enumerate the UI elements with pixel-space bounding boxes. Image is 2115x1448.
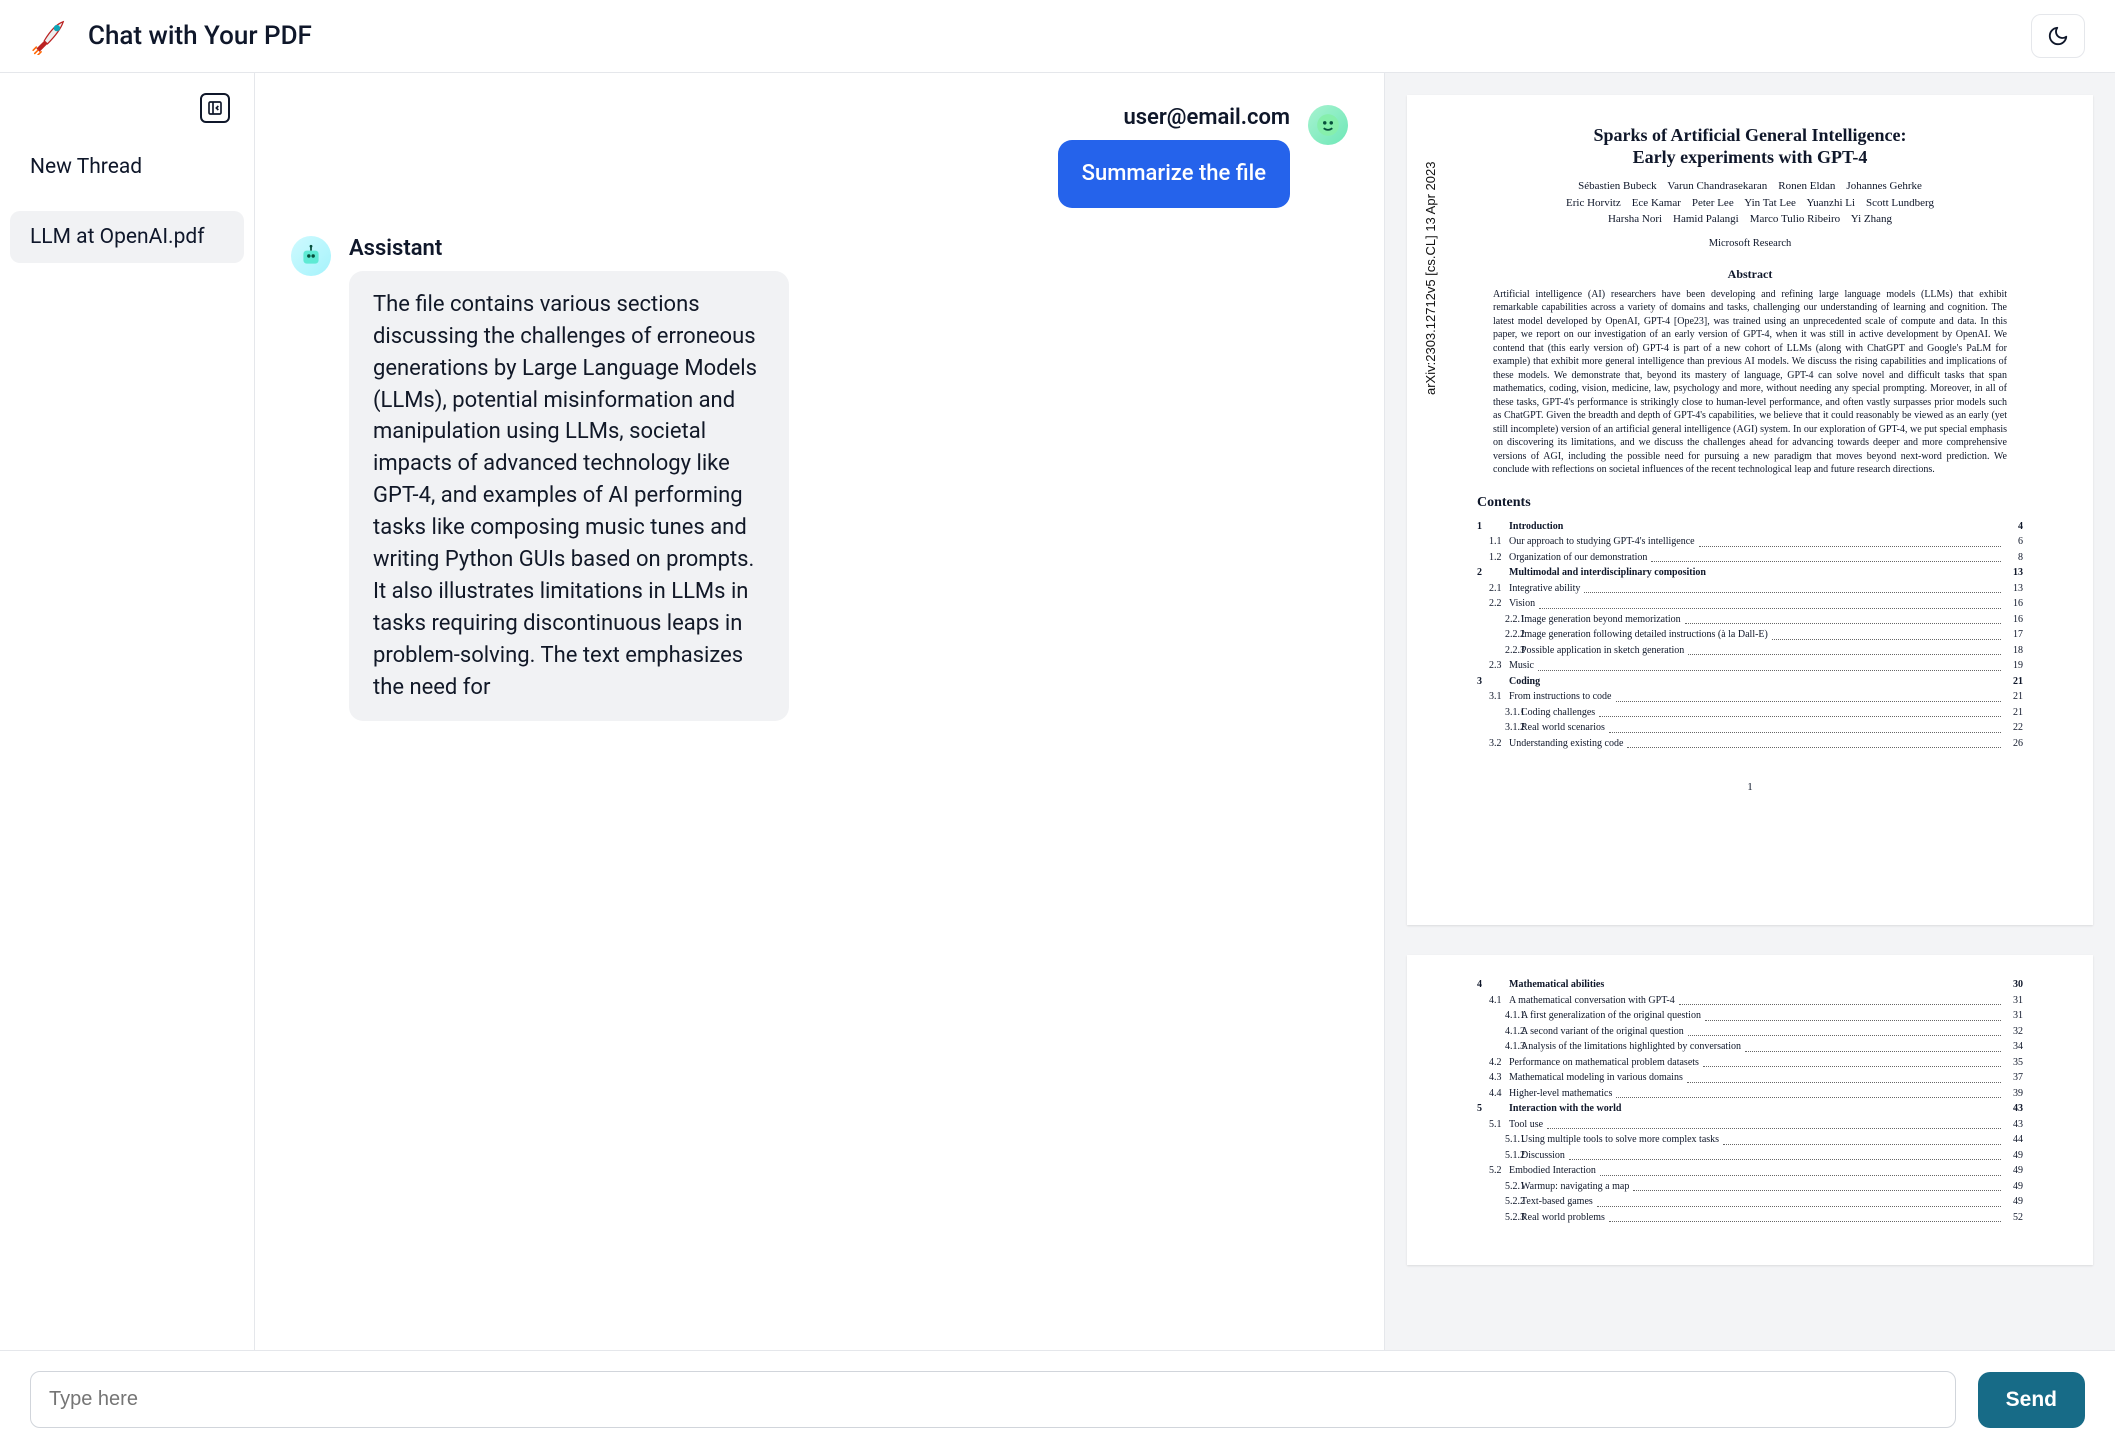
pdf-toc-1: 1Introduction41.1Our approach to studyin… [1477, 519, 2023, 752]
header: Chat with Your PDF [0, 0, 2115, 73]
pdf-abstract-heading: Abstract [1477, 267, 2023, 282]
assistant-avatar-icon [291, 236, 331, 276]
panel-left-icon [207, 100, 223, 116]
app-logo-icon [30, 17, 68, 55]
message-input[interactable] [30, 1371, 1956, 1428]
pdf-toc-2: 4Mathematical abilities304.1A mathematic… [1477, 977, 2023, 1225]
message-user: user@email.com Summarize the file [291, 105, 1348, 208]
send-button[interactable]: Send [1978, 1372, 2085, 1428]
user-name: user@email.com [1123, 105, 1290, 130]
pdf-preview-pane[interactable]: arXiv:2303.12712v5 [cs.CL] 13 Apr 2023 S… [1385, 73, 2115, 1350]
new-thread-button[interactable]: New Thread [10, 141, 244, 193]
pdf-authors: Sébastien Bubeck Varun Chandrasekaran Ro… [1477, 178, 2023, 228]
sidebar: New Thread LLM at OpenAI.pdf [0, 73, 255, 1350]
pdf-org: Microsoft Research [1477, 238, 2023, 249]
chat-pane: user@email.com Summarize the file Assist… [255, 73, 1385, 1350]
composer: Send [0, 1350, 2115, 1448]
pdf-page-1: arXiv:2303.12712v5 [cs.CL] 13 Apr 2023 S… [1407, 95, 2093, 925]
user-avatar-icon [1308, 105, 1348, 145]
pdf-abstract-text: Artificial intelligence (AI) researchers… [1477, 288, 2023, 477]
pdf-page-number: 1 [1477, 781, 2023, 793]
message-assistant: Assistant The file contains various sect… [291, 236, 1348, 722]
sidebar-item-file[interactable]: LLM at OpenAI.pdf [10, 211, 244, 263]
messages-list[interactable]: user@email.com Summarize the file Assist… [255, 73, 1384, 1350]
assistant-name: Assistant [349, 236, 789, 261]
pdf-contents-heading: Contents [1477, 495, 2023, 511]
moon-icon [2047, 25, 2069, 47]
user-message-bubble: Summarize the file [1058, 140, 1290, 208]
app-title: Chat with Your PDF [88, 21, 312, 51]
theme-toggle-button[interactable] [2031, 14, 2085, 58]
pdf-page-2: 4Mathematical abilities304.1A mathematic… [1407, 955, 2093, 1265]
assistant-message-bubble: The file contains various sections discu… [349, 271, 789, 722]
collapse-sidebar-button[interactable] [200, 93, 230, 123]
pdf-title: Sparks of Artificial General Intelligenc… [1477, 125, 2023, 168]
arxiv-label: arXiv:2303.12712v5 [cs.CL] 13 Apr 2023 [1423, 162, 1438, 395]
